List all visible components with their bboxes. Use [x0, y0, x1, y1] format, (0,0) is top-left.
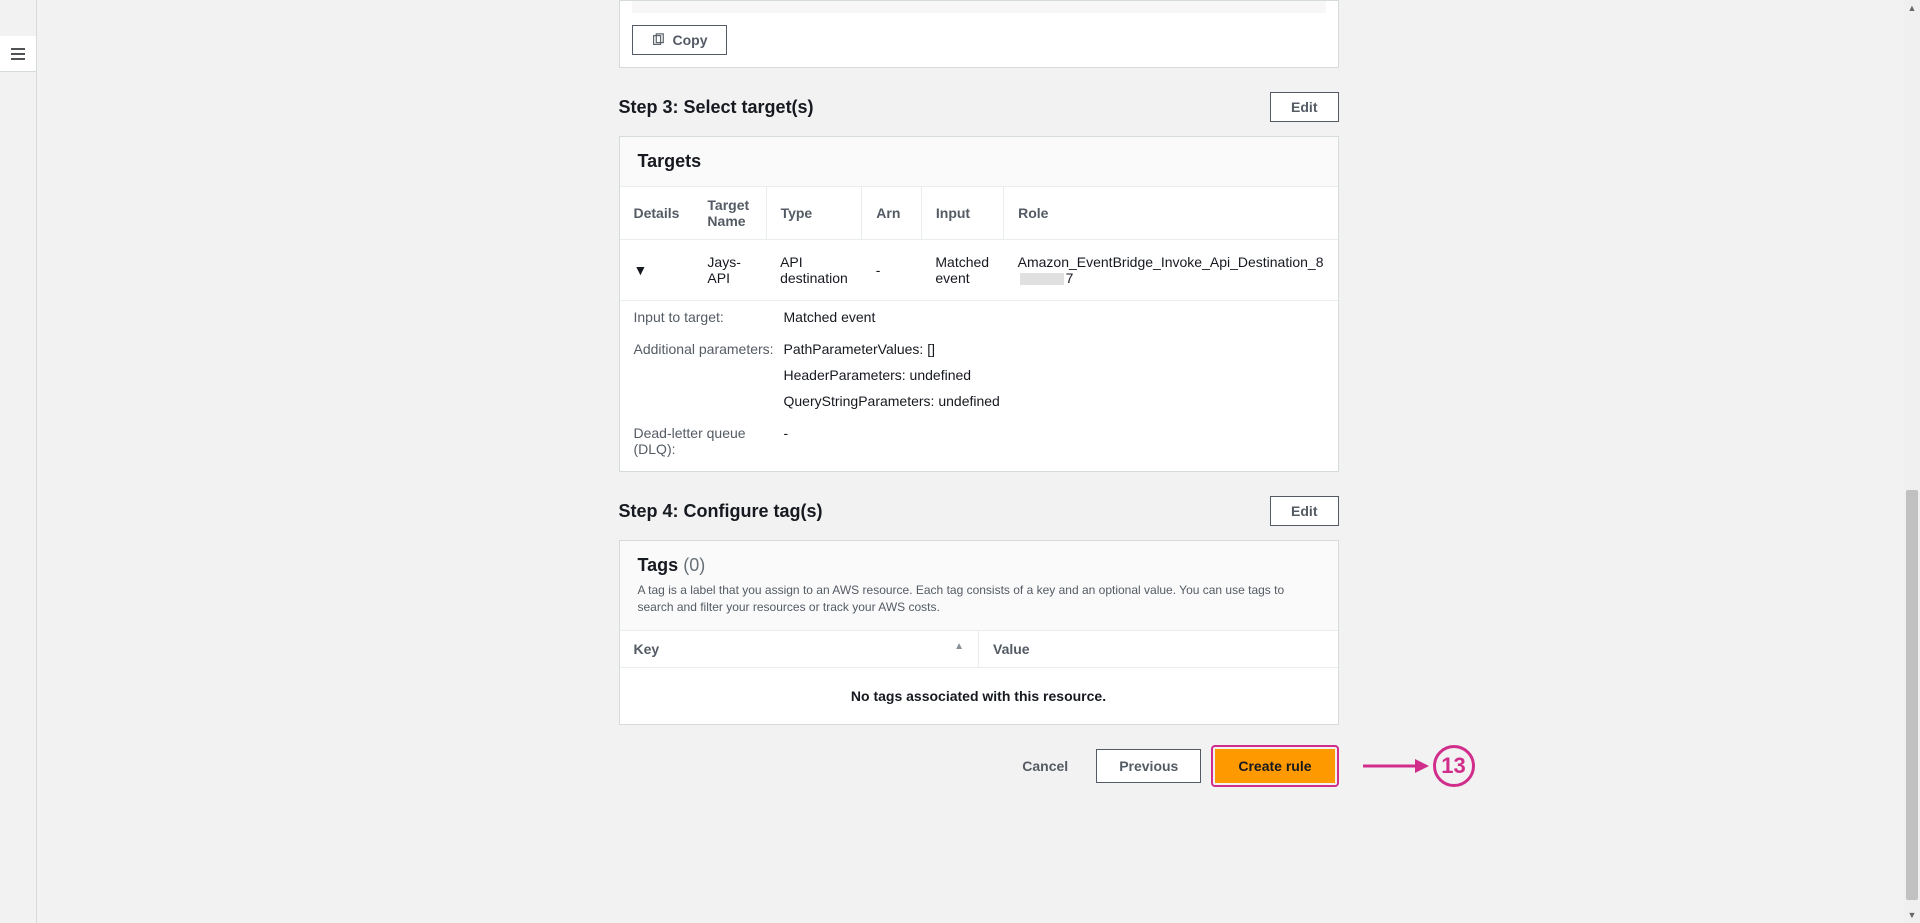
annotation: 13: [1359, 745, 1475, 787]
col-details: Details: [620, 187, 694, 240]
copy-icon: [651, 33, 665, 47]
target-details: Input to target: Matched event Additiona…: [620, 301, 1338, 471]
cell-arn: -: [862, 240, 922, 301]
expand-arrow-icon[interactable]: ▼: [634, 262, 648, 278]
cell-type: API destination: [766, 240, 862, 301]
tags-title: Tags (0): [638, 555, 1320, 576]
footer-buttons: Cancel Previous Create rule: [619, 745, 1339, 787]
dlq-value: -: [784, 425, 1324, 457]
additional-params-value: PathParameterValues: [] HeaderParameters…: [784, 341, 1324, 409]
cancel-button[interactable]: Cancel: [1004, 750, 1086, 782]
copy-button[interactable]: Copy: [632, 25, 727, 55]
cell-target-name: Jays-API: [693, 240, 766, 301]
targets-panel-header: Targets: [620, 137, 1338, 187]
tags-table: Key ▲ Value No tags associated with this…: [620, 631, 1338, 724]
scroll-thumb[interactable]: [1906, 490, 1918, 900]
step4-header: Step 4: Configure tag(s) Edit: [619, 496, 1339, 526]
tags-panel-header: Tags (0) A tag is a label that you assig…: [620, 541, 1338, 631]
step3-title: Step 3: Select target(s): [619, 97, 814, 118]
col-value[interactable]: Value: [979, 631, 1338, 668]
table-row: ▼ Jays-API API destination - Matched eve…: [620, 240, 1338, 301]
dlq-label: Dead-letter queue (DLQ):: [634, 425, 784, 457]
table-header-row: Key ▲ Value: [620, 631, 1338, 668]
footer-row: Cancel Previous Create rule 13: [619, 745, 1339, 787]
targets-title: Targets: [638, 151, 1320, 172]
scrollbar[interactable]: ▲ ▼: [1904, 0, 1920, 923]
scroll-down-arrow-icon[interactable]: ▼: [1904, 907, 1920, 923]
cell-role: Amazon_EventBridge_Invoke_Api_Destinatio…: [1004, 240, 1338, 301]
tags-panel: Tags (0) A tag is a label that you assig…: [619, 540, 1339, 725]
edit-step4-button[interactable]: Edit: [1270, 496, 1338, 526]
targets-table: Details Target Name Type Arn Input Role …: [620, 187, 1338, 301]
col-arn[interactable]: Arn: [862, 187, 922, 240]
previous-button[interactable]: Previous: [1096, 749, 1201, 783]
redacted-text: [1020, 273, 1064, 285]
create-rule-button[interactable]: Create rule: [1215, 749, 1334, 783]
hamburger-icon: [10, 46, 26, 62]
cell-input: Matched event: [921, 240, 1003, 301]
col-role[interactable]: Role: [1004, 187, 1338, 240]
col-type[interactable]: Type: [766, 187, 862, 240]
tags-description: A tag is a label that you assign to an A…: [638, 582, 1320, 616]
copy-label: Copy: [673, 32, 708, 48]
input-to-target-label: Input to target:: [634, 309, 784, 325]
edit-step3-button[interactable]: Edit: [1270, 92, 1338, 122]
sidebar-border: [36, 0, 37, 923]
arrow-icon: [1359, 746, 1429, 786]
col-target-name[interactable]: Target Name: [693, 187, 766, 240]
annotation-number: 13: [1433, 745, 1475, 787]
sort-icon: ▲: [954, 641, 964, 652]
targets-panel: Targets Details Target Name Type Arn Inp…: [619, 136, 1339, 472]
table-header-row: Details Target Name Type Arn Input Role: [620, 187, 1338, 240]
additional-params-label: Additional parameters:: [634, 341, 784, 409]
create-button-highlight: Create rule: [1211, 745, 1338, 787]
code-panel: Copy: [619, 0, 1339, 68]
input-to-target-value: Matched event: [784, 309, 1324, 325]
code-area: [632, 1, 1326, 13]
sidebar-toggle[interactable]: [0, 36, 36, 72]
col-key[interactable]: Key ▲: [620, 631, 979, 668]
empty-message: No tags associated with this resource.: [620, 667, 1338, 724]
step4-title: Step 4: Configure tag(s): [619, 501, 823, 522]
col-input[interactable]: Input: [921, 187, 1003, 240]
scroll-up-arrow-icon[interactable]: ▲: [1904, 0, 1920, 16]
empty-row: No tags associated with this resource.: [620, 667, 1338, 724]
step3-header: Step 3: Select target(s) Edit: [619, 92, 1339, 122]
